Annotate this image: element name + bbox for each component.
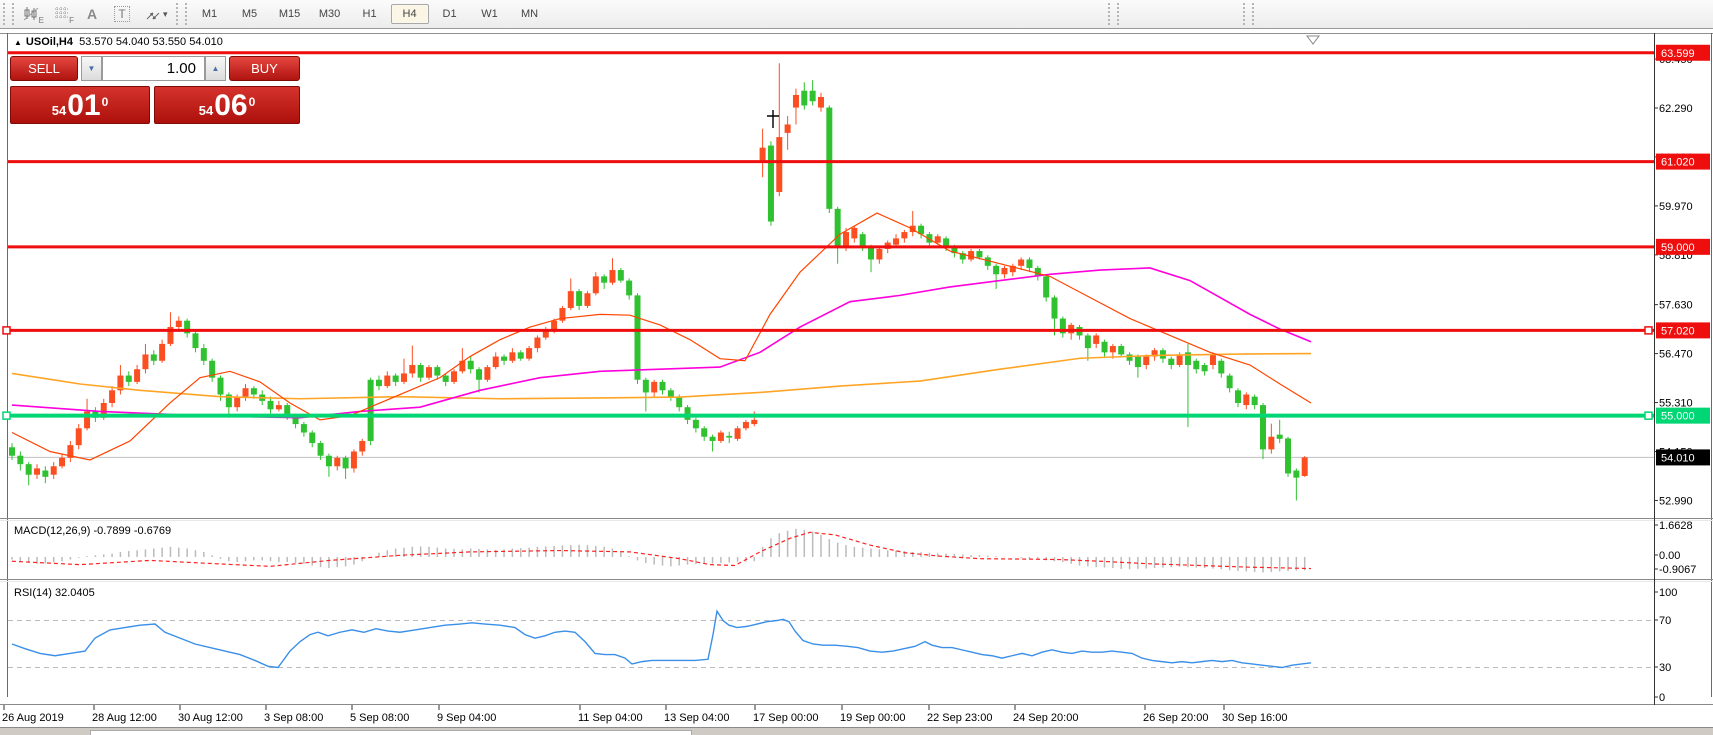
symbol-direction-icon: ▲: [14, 38, 22, 47]
level-handle: [3, 412, 10, 419]
time-label: 17 Sep 00:00: [753, 712, 818, 724]
grid-glyph: [54, 6, 70, 22]
macd-scale-label: 1.6628: [1659, 520, 1693, 532]
sell-price-display[interactable]: 54 01 0: [10, 86, 150, 124]
timeframe-button-H4[interactable]: H4: [391, 4, 429, 24]
ohlc-values: 53.570 54.040 53.550 54.010: [79, 36, 223, 48]
chart-window: 63.45062.29061.13059.97058.81057.63056.4…: [0, 30, 1713, 735]
timeframe-button-MN[interactable]: MN: [511, 4, 549, 24]
y-tick-label: 57.630: [1659, 300, 1693, 312]
arrows-glyph: [144, 6, 160, 22]
time-label: 22 Sep 23:00: [927, 712, 992, 724]
time-label: 26 Sep 20:00: [1143, 712, 1208, 724]
price-badge-label: 54.010: [1661, 452, 1695, 464]
time-label: 24 Sep 20:00: [1013, 712, 1078, 724]
time-label: 11 Sep 04:00: [578, 712, 643, 724]
timeframe-button-M30[interactable]: M30: [311, 4, 349, 24]
toolbar-grip-3[interactable]: [1108, 3, 1119, 25]
time-label: 13 Sep 04:00: [664, 712, 729, 724]
rsi-scale-label: 70: [1659, 615, 1671, 627]
status-strip: [0, 727, 1713, 735]
cross-marker-icon: [767, 110, 779, 128]
level-handle: [1645, 327, 1652, 334]
volume-increase-button[interactable]: ▲: [205, 56, 226, 81]
rsi-scale-label: 100: [1659, 587, 1677, 599]
chart-shift-marker: [1307, 36, 1319, 44]
macd-indicator-label: MACD(12,26,9) -0.7899 -0.6769: [14, 525, 171, 537]
rsi-scale-label: 0: [1659, 692, 1665, 704]
timeframe-button-M15[interactable]: M15: [271, 4, 309, 24]
time-label: 5 Sep 08:00: [350, 712, 409, 724]
price-badge-label: 57.020: [1661, 325, 1695, 337]
buy-button[interactable]: BUY: [229, 56, 300, 81]
macd-signal-line: [12, 532, 1311, 568]
arrows-style-icon[interactable]: [137, 2, 167, 26]
candlestick-pattern-icon[interactable]: E: [17, 2, 47, 26]
timeframe-button-D1[interactable]: D1: [431, 4, 469, 24]
toolbar: E F A T ▾ M1M5M15M30H1H4D1W1MN: [0, 0, 1713, 29]
sell-button[interactable]: SELL: [10, 56, 78, 81]
one-click-trading-panel: SELL ▼ ▲ BUY 54 01 0 54 06 0: [10, 56, 302, 126]
rsi-indicator-label: RSI(14) 32.0405: [14, 587, 95, 599]
level-handle: [1645, 412, 1652, 419]
rsi-scale-label: 30: [1659, 662, 1671, 674]
time-label: 30 Sep 16:00: [1222, 712, 1287, 724]
y-tick-label: 62.290: [1659, 103, 1693, 115]
status-inset: [90, 730, 692, 735]
macd-scale-label: 0.00: [1659, 550, 1680, 562]
timeframe-button-M5[interactable]: M5: [231, 4, 269, 24]
time-label: 19 Sep 00:00: [840, 712, 905, 724]
time-label: 30 Aug 12:00: [178, 712, 243, 724]
rsi-line: [12, 611, 1311, 667]
grid-icon[interactable]: F: [47, 2, 77, 26]
text-box-icon[interactable]: T: [107, 2, 137, 26]
timeframe-button-W1[interactable]: W1: [471, 4, 509, 24]
price-badge-label: 63.599: [1661, 48, 1695, 60]
volume-input[interactable]: [102, 56, 205, 81]
time-label: 9 Sep 04:00: [437, 712, 496, 724]
toolbar-grip-4[interactable]: [1243, 3, 1254, 25]
ma-fast-red: [12, 213, 1311, 460]
chart-canvas[interactable]: 63.45062.29061.13059.97058.81057.63056.4…: [0, 30, 1713, 735]
timeframe-buttons: M1M5M15M30H1H4D1W1MN: [190, 4, 550, 24]
trading-platform-window: E F A T ▾ M1M5M15M30H1H4D1W1MN: [0, 0, 1713, 735]
timeframe-button-H1[interactable]: H1: [351, 4, 389, 24]
price-badge-label: 61.020: [1661, 157, 1695, 169]
timeframe-button-M1[interactable]: M1: [191, 4, 229, 24]
price-badge-label: 55.000: [1661, 411, 1695, 423]
time-label: 26 Aug 2019: [2, 712, 64, 724]
toolbar-grip-2[interactable]: [176, 3, 187, 25]
macd-scale-label: -0.9067: [1659, 564, 1696, 576]
y-tick-label: 59.970: [1659, 201, 1693, 213]
volume-decrease-button[interactable]: ▼: [81, 56, 102, 81]
volume-stepper: ▼ ▲: [81, 56, 226, 81]
time-label: 3 Sep 08:00: [264, 712, 323, 724]
candles-layer: [9, 63, 1308, 500]
toolbar-grip[interactable]: [3, 3, 14, 25]
chart-symbol-title: ▲USOil,H4 53.570 54.040 53.550 54.010: [14, 36, 223, 48]
y-tick-label: 56.470: [1659, 349, 1693, 361]
level-handle: [3, 327, 10, 334]
text-label-icon[interactable]: A: [77, 2, 107, 26]
price-badge-label: 59.000: [1661, 242, 1695, 254]
buy-price-display[interactable]: 54 06 0: [154, 86, 300, 124]
y-tick-label: 52.990: [1659, 495, 1693, 507]
macd-histogram: [12, 529, 1305, 573]
time-label: 28 Aug 12:00: [92, 712, 157, 724]
